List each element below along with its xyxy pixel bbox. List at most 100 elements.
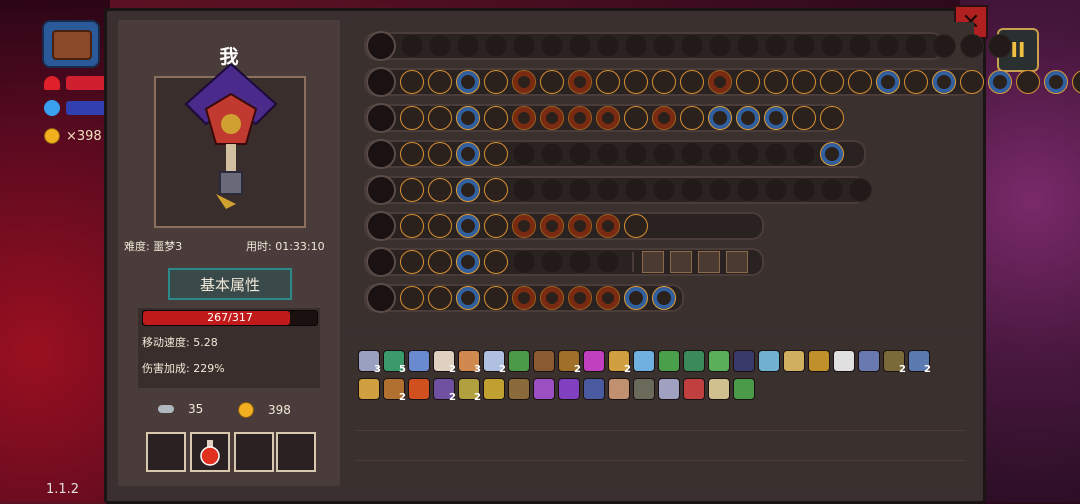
consumable-slot-2[interactable] bbox=[190, 432, 230, 472]
rune-slot[interactable] bbox=[540, 286, 564, 310]
rune-slot[interactable] bbox=[484, 214, 508, 238]
consumable-slot-3[interactable] bbox=[234, 432, 274, 472]
rune-slot[interactable] bbox=[792, 70, 816, 94]
rune-slot[interactable] bbox=[960, 70, 984, 94]
relic-item-icon[interactable] bbox=[733, 378, 755, 400]
rune-slot[interactable] bbox=[568, 106, 592, 130]
empty-rune-slot[interactable] bbox=[540, 250, 564, 274]
empty-rune-slot[interactable] bbox=[764, 34, 788, 58]
empty-rune-slot[interactable] bbox=[680, 178, 704, 202]
empty-rune-slot[interactable] bbox=[792, 34, 816, 58]
locked-slot[interactable] bbox=[726, 251, 748, 273]
empty-rune-slot[interactable] bbox=[540, 178, 564, 202]
rune-slot[interactable] bbox=[400, 250, 424, 274]
rune-slot[interactable] bbox=[1016, 70, 1040, 94]
rune-slot[interactable] bbox=[512, 286, 536, 310]
rune-slot[interactable] bbox=[876, 70, 900, 94]
weapon-row[interactable] bbox=[364, 103, 844, 133]
empty-rune-slot[interactable] bbox=[596, 142, 620, 166]
rune-slot[interactable] bbox=[428, 214, 452, 238]
empty-rune-slot[interactable] bbox=[848, 34, 872, 58]
empty-rune-slot[interactable] bbox=[568, 250, 592, 274]
wand-icon[interactable] bbox=[366, 103, 396, 133]
relic-item-icon[interactable] bbox=[633, 378, 655, 400]
rune-slot[interactable] bbox=[932, 70, 956, 94]
empty-rune-slot[interactable] bbox=[708, 34, 732, 58]
rune-slot[interactable] bbox=[428, 142, 452, 166]
rune-slot[interactable] bbox=[484, 70, 508, 94]
empty-rune-slot[interactable] bbox=[820, 178, 844, 202]
empty-rune-slot[interactable] bbox=[736, 142, 760, 166]
rune-slot[interactable] bbox=[456, 70, 480, 94]
empty-rune-slot[interactable] bbox=[736, 34, 760, 58]
weapon-row[interactable] bbox=[364, 247, 764, 277]
empty-rune-slot[interactable] bbox=[876, 34, 900, 58]
relic-item-icon[interactable] bbox=[533, 350, 555, 372]
rune-slot[interactable] bbox=[484, 142, 508, 166]
rune-slot[interactable] bbox=[428, 70, 452, 94]
rune-slot[interactable] bbox=[568, 286, 592, 310]
relic-item-icon[interactable] bbox=[508, 378, 530, 400]
empty-rune-slot[interactable] bbox=[932, 34, 956, 58]
weapon-row[interactable] bbox=[364, 67, 1080, 97]
rune-slot[interactable] bbox=[820, 70, 844, 94]
rune-slot[interactable] bbox=[596, 70, 620, 94]
rune-slot[interactable] bbox=[652, 70, 676, 94]
consumable-slot-1[interactable] bbox=[146, 432, 186, 472]
empty-rune-slot[interactable] bbox=[624, 142, 648, 166]
empty-rune-slot[interactable] bbox=[848, 178, 872, 202]
empty-rune-slot[interactable] bbox=[400, 34, 424, 58]
rune-slot[interactable] bbox=[540, 70, 564, 94]
rune-slot[interactable] bbox=[904, 70, 928, 94]
empty-rune-slot[interactable] bbox=[652, 178, 676, 202]
empty-rune-slot[interactable] bbox=[736, 178, 760, 202]
relic-item-icon[interactable] bbox=[833, 350, 855, 372]
rune-slot[interactable] bbox=[512, 70, 536, 94]
rune-slot[interactable] bbox=[428, 106, 452, 130]
rune-slot[interactable] bbox=[400, 70, 424, 94]
rune-slot[interactable] bbox=[680, 106, 704, 130]
rune-slot[interactable] bbox=[456, 178, 480, 202]
rune-slot[interactable] bbox=[400, 106, 424, 130]
rune-slot[interactable] bbox=[540, 214, 564, 238]
relic-item-icon[interactable] bbox=[733, 350, 755, 372]
rune-slot[interactable] bbox=[400, 142, 424, 166]
void-staff-icon[interactable] bbox=[366, 211, 396, 241]
relic-item-icon[interactable] bbox=[783, 350, 805, 372]
rune-slot[interactable] bbox=[428, 178, 452, 202]
empty-rune-slot[interactable] bbox=[512, 34, 536, 58]
staff-icon[interactable] bbox=[366, 67, 396, 97]
rune-slot[interactable] bbox=[456, 106, 480, 130]
empty-rune-slot[interactable] bbox=[708, 142, 732, 166]
empty-rune-slot[interactable] bbox=[624, 178, 648, 202]
empty-rune-slot[interactable] bbox=[540, 34, 564, 58]
empty-rune-slot[interactable] bbox=[596, 250, 620, 274]
rune-slot[interactable] bbox=[624, 70, 648, 94]
empty-rune-slot[interactable] bbox=[568, 178, 592, 202]
rune-slot[interactable] bbox=[400, 178, 424, 202]
rune-slot[interactable] bbox=[428, 286, 452, 310]
chest-icon[interactable] bbox=[366, 31, 396, 61]
rune-slot[interactable] bbox=[652, 106, 676, 130]
empty-rune-slot[interactable] bbox=[764, 178, 788, 202]
rune-slot[interactable] bbox=[456, 286, 480, 310]
rune-slot[interactable] bbox=[596, 106, 620, 130]
relic-item-icon[interactable] bbox=[608, 378, 630, 400]
relic-item-icon[interactable] bbox=[533, 378, 555, 400]
rune-slot[interactable] bbox=[484, 286, 508, 310]
empty-rune-slot[interactable] bbox=[680, 142, 704, 166]
inventory-chest-button[interactable] bbox=[42, 20, 100, 68]
empty-rune-slot[interactable] bbox=[568, 34, 592, 58]
empty-rune-slot[interactable] bbox=[456, 34, 480, 58]
empty-rune-slot[interactable] bbox=[512, 178, 536, 202]
rune-slot[interactable] bbox=[540, 106, 564, 130]
empty-rune-slot[interactable] bbox=[568, 142, 592, 166]
rune-slot[interactable] bbox=[400, 214, 424, 238]
rune-slot[interactable] bbox=[456, 142, 480, 166]
locked-slot[interactable] bbox=[698, 251, 720, 273]
relic-item-icon[interactable] bbox=[583, 378, 605, 400]
weapon-row[interactable] bbox=[364, 283, 684, 313]
empty-rune-slot[interactable] bbox=[596, 34, 620, 58]
empty-rune-slot[interactable] bbox=[652, 142, 676, 166]
empty-rune-slot[interactable] bbox=[960, 34, 984, 58]
